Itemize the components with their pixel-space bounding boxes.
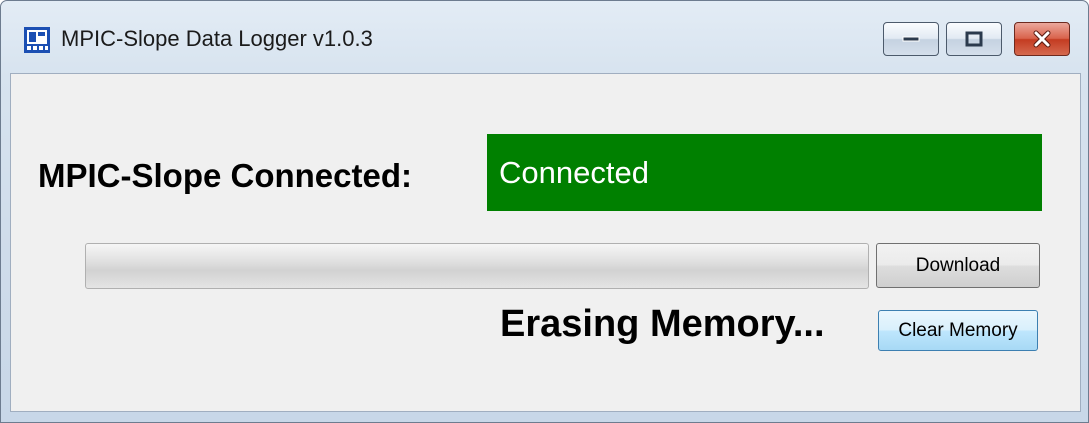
download-button[interactable]: Download [876,243,1040,288]
connection-status-box: Connected [487,134,1042,211]
main-panel: MPIC-Slope Connected: Connected Download… [10,73,1081,412]
minimize-icon [902,35,920,43]
clear-memory-button[interactable]: Clear Memory [878,310,1038,351]
maximize-button[interactable] [946,22,1002,56]
close-icon [1032,30,1052,48]
connection-status: Connected [499,154,649,190]
window-title: MPIC-Slope Data Logger v1.0.3 [61,26,373,51]
close-button[interactable] [1014,22,1070,56]
status-message: Erasing Memory... [500,303,825,345]
app-icon[interactable] [24,27,50,53]
app-window: MPIC-Slope Data Logger v1.0.3 MPIC-Slope… [0,0,1089,423]
title-bar[interactable]: MPIC-Slope Data Logger v1.0.3 [1,1,1088,73]
download-progress-bar [85,243,869,289]
maximize-icon [965,31,983,47]
minimize-button[interactable] [883,22,939,56]
connection-label: MPIC-Slope Connected: [38,157,413,194]
